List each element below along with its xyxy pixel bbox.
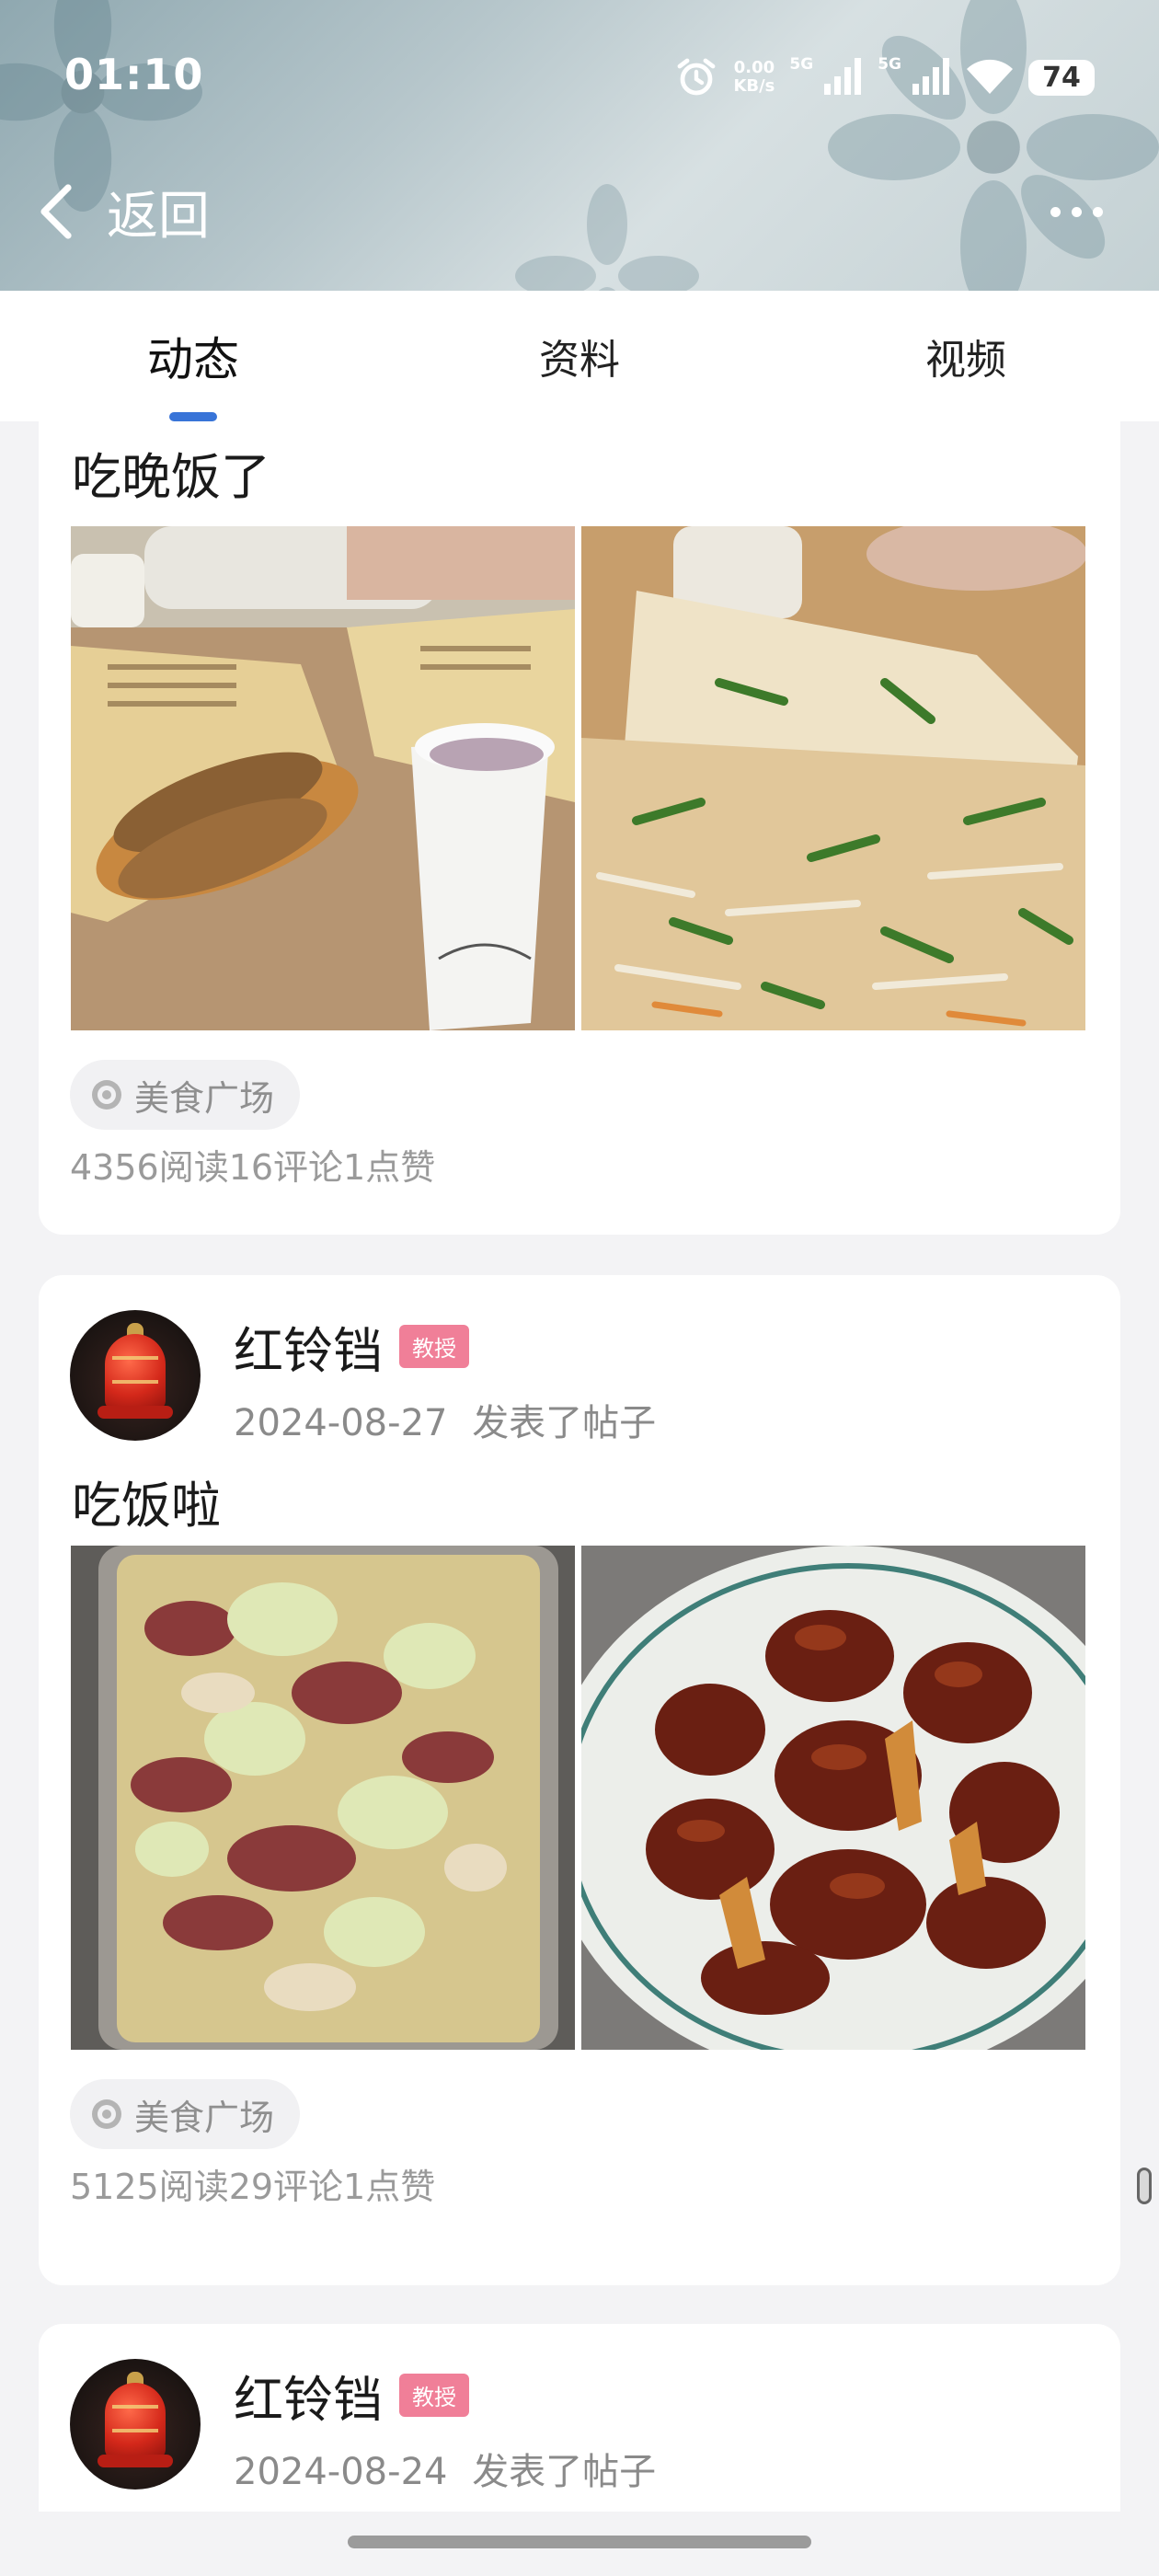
more-dot <box>1092 206 1103 217</box>
topic-icon <box>92 1080 121 1110</box>
network-speed: 0.00 KB/s <box>733 59 775 96</box>
tab-label: 动态 <box>147 333 239 386</box>
post-feed[interactable]: 吃晚饭了 美食广场 4356阅读16评论1点赞 红铃铛 教授 2024-08-2… <box>0 421 1159 2512</box>
post-date: 2024-08-24 <box>234 2451 448 2493</box>
tab-video[interactable]: 视频 <box>773 291 1159 421</box>
role-badge: 教授 <box>399 2374 469 2417</box>
more-icon[interactable] <box>1030 184 1122 239</box>
tab-profile[interactable]: 资料 <box>386 291 773 421</box>
post-meta: 2024-08-24 发表了帖子 <box>234 2442 656 2495</box>
post-stats: 5125阅读29评论1点赞 <box>70 2167 436 2207</box>
tab-label: 资料 <box>539 337 620 384</box>
author-name[interactable]: 红铃铛 <box>234 2359 383 2432</box>
post-title: 吃饭啦 <box>72 1477 221 1535</box>
flower-decoration <box>515 184 699 291</box>
avatar[interactable] <box>70 1310 201 1441</box>
network-speed-value: 0.00 <box>733 58 775 77</box>
more-dot <box>1050 206 1061 217</box>
food-photo-beef-cabbage <box>71 1546 575 2050</box>
topic-icon <box>92 2099 121 2129</box>
topic-tag[interactable]: 美食广场 <box>70 1060 301 1130</box>
post-card[interactable]: 吃晚饭了 美食广场 4356阅读16评论1点赞 <box>39 421 1120 1235</box>
tab-bar: 动态 资料 视频 <box>0 291 1159 421</box>
food-photo-pancake-closeup <box>581 526 1085 1030</box>
more-dot <box>1071 206 1082 217</box>
avatar-bell-band <box>112 1356 158 1384</box>
signal-label: 5G <box>789 55 814 74</box>
post-stats: 4356阅读16评论1点赞 <box>70 1147 436 1188</box>
tab-indicator <box>169 412 217 421</box>
tab-label: 视频 <box>925 337 1006 384</box>
avatar-bell-rim <box>98 2455 173 2467</box>
author-row: 红铃铛 教授 <box>234 1310 469 1383</box>
post-action: 发表了帖子 <box>472 1402 657 1444</box>
post-title: 吃晚饭了 <box>72 448 270 506</box>
food-photo-pancakes <box>71 526 575 1030</box>
wifi-icon <box>967 59 1013 94</box>
header: 01:10 0.00 KB/s 5G 5G 74 返回 <box>0 0 1159 291</box>
alarm-icon <box>678 58 716 96</box>
battery-icon: 74 <box>1028 59 1095 96</box>
post-action: 发表了帖子 <box>472 2451 657 2493</box>
signal-icon <box>912 58 949 95</box>
signal-icon <box>824 58 862 95</box>
signal-label: 5G <box>878 55 901 74</box>
author-name[interactable]: 红铃铛 <box>234 1310 383 1383</box>
status-icons: 0.00 KB/s 5G 5G 74 <box>674 50 1095 105</box>
role-badge: 教授 <box>399 1325 469 1368</box>
post-photo[interactable] <box>581 526 1085 1030</box>
scrollbar-thumb[interactable] <box>1137 2168 1152 2204</box>
topic-label: 美食广场 <box>134 1077 275 1119</box>
post-meta: 2024-08-27 发表了帖子 <box>234 1393 656 1446</box>
avatar[interactable] <box>70 2359 201 2490</box>
avatar-bell-rim <box>98 1406 173 1419</box>
chevron-left-icon <box>40 184 72 239</box>
app-screen: 01:10 0.00 KB/s 5G 5G 74 返回 动态 资料 视频 吃晚饭… <box>0 0 1159 2576</box>
post-card[interactable]: 红铃铛 教授 2024-08-24 发表了帖子 <box>39 2324 1120 2512</box>
topic-label: 美食广场 <box>134 2097 275 2138</box>
post-date: 2024-08-27 <box>234 1402 448 1444</box>
post-photo[interactable] <box>71 526 575 1030</box>
post-photo[interactable] <box>71 1546 575 2050</box>
flower-decoration <box>828 0 1159 291</box>
avatar-bell-band <box>112 2405 158 2432</box>
post-photo[interactable] <box>581 1546 1085 2050</box>
back-label: 返回 <box>107 186 210 247</box>
network-speed-unit: KB/s <box>733 76 775 96</box>
post-card[interactable]: 红铃铛 教授 2024-08-27 发表了帖子 吃饭啦 美食广场 5125阅读2… <box>39 1275 1120 2285</box>
back-button[interactable]: 返回 <box>37 175 258 248</box>
tab-dynamic[interactable]: 动态 <box>0 291 386 421</box>
topic-tag[interactable]: 美食广场 <box>70 2079 301 2149</box>
home-indicator[interactable] <box>348 2536 811 2548</box>
food-photo-braised-pork <box>581 1546 1085 2050</box>
status-time: 01:10 <box>64 50 204 99</box>
author-row: 红铃铛 教授 <box>234 2359 469 2432</box>
